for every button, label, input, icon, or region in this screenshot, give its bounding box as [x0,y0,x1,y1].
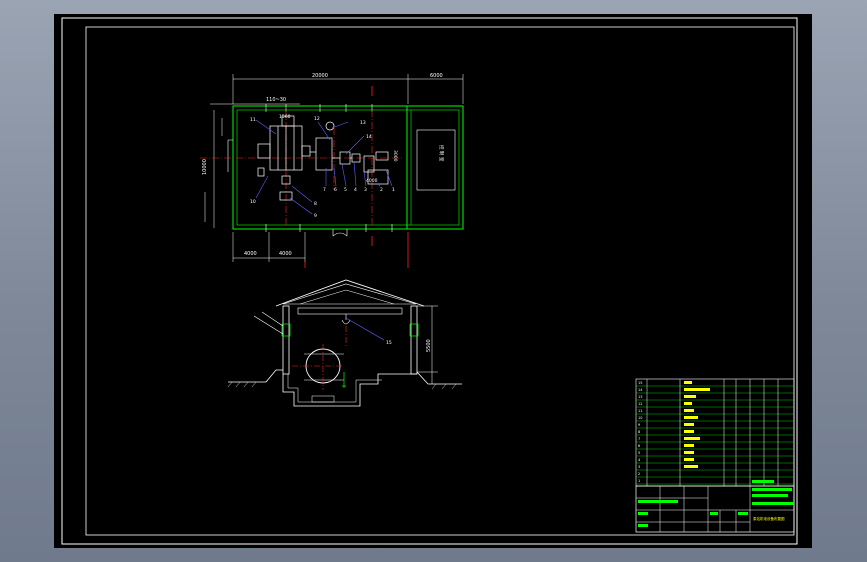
dim-total-width: 20000 [312,73,328,79]
parts-row-number: 6 [638,444,640,448]
parts-row-number: 9 [638,423,640,427]
drawing-sheet [54,14,812,548]
parts-row-number: 12 [638,402,642,406]
callout-5: 5 [344,187,347,193]
dim-bottom-mid: 4000 [279,251,292,257]
svg-text:5500: 5500 [426,339,432,352]
callout-8: 8 [314,201,317,207]
callout-10: 10 [250,199,256,205]
dim-3000: 3000 [392,150,398,162]
control-room-label: 控 制 室 [438,145,445,162]
callout-14: 14 [366,134,372,140]
dim-top-small: 110~30 [266,97,286,103]
parts-row-number: 11 [638,409,642,413]
section-callout-15: 15 [386,340,392,346]
parts-row-number: 1 [638,479,640,483]
dim-left-span: 10000 [202,159,208,175]
callout-2: 2 [380,187,383,193]
parts-row-number: 8 [638,430,640,434]
callout-11: 11 [250,117,256,123]
callout-1: 1 [392,187,395,193]
parts-row-number: 7 [638,437,640,441]
dim-right: 6000 [430,73,443,79]
parts-row-number: 5 [638,451,640,455]
parts-row-number: 13 [638,395,642,399]
dim-1560: 1560 [279,114,291,120]
callout-4: 4 [354,187,357,193]
drawing-title: 泵站机电设备布置图 [753,516,785,521]
parts-row-number: 15 [638,381,642,385]
cad-viewport: 20000 6000 110~30 10000 控 制 室 1560 3000 … [54,14,812,548]
callout-3: 3 [364,187,367,193]
callout-7: 7 [323,187,326,193]
callout-12: 12 [314,116,320,122]
parts-row-number: 2 [638,472,640,476]
parts-row-number: 10 [638,416,642,420]
svg-text:4000: 4000 [366,178,378,184]
callout-13: 13 [360,120,366,126]
callout-9: 9 [314,213,317,219]
parts-row-number: 14 [638,388,643,392]
parts-row-number: 3 [638,465,640,469]
callout-6: 6 [334,187,337,193]
dim-bottom-left: 4000 [244,251,257,257]
